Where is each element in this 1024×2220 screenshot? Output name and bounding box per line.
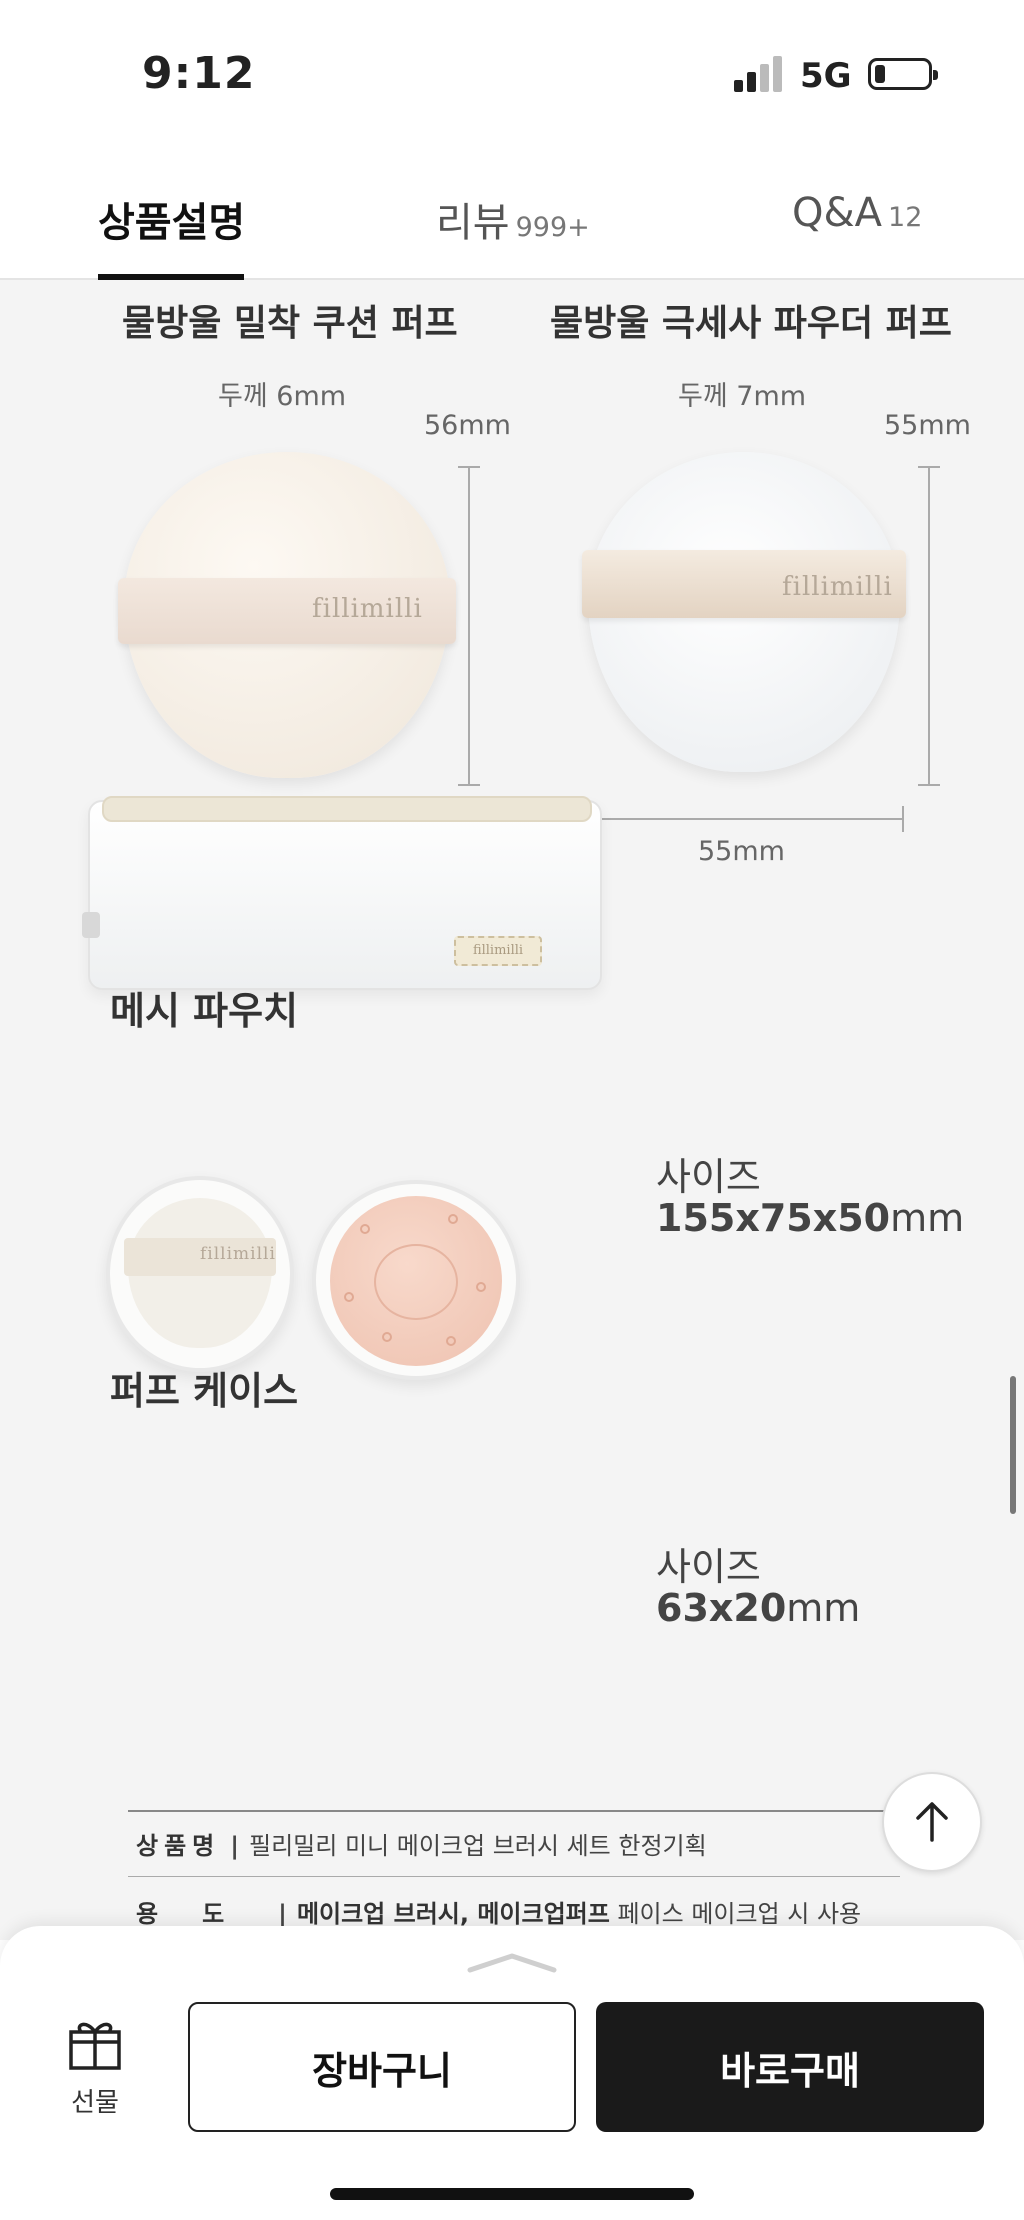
tab-count: 12 bbox=[888, 202, 923, 233]
status-bar: 9:12 5G bbox=[0, 0, 1024, 150]
width-dimension-line bbox=[582, 818, 904, 820]
status-time: 9:12 bbox=[142, 48, 256, 99]
puff-brand-logo: fillimilli bbox=[312, 594, 423, 624]
spec-value-bold: 메이크업 브러시, 메이크업퍼프 bbox=[296, 1900, 610, 1928]
puff-2-title: 물방울 극세사 파우더 퍼프 bbox=[550, 303, 952, 344]
height-dimension-line bbox=[928, 466, 930, 786]
puff-1-title: 물방울 밀착 쿠션 퍼프 bbox=[122, 303, 458, 344]
tab-label: 리뷰 bbox=[436, 200, 510, 246]
purchase-bar: 선물 장바구니 바로구매 bbox=[0, 1926, 1024, 2220]
add-to-cart-button[interactable]: 장바구니 bbox=[188, 2002, 576, 2132]
puff-case-open-image: fillimilli bbox=[106, 1176, 294, 1372]
spec-key: 용도 bbox=[136, 1900, 269, 1928]
buy-now-button[interactable]: 바로구매 bbox=[596, 2002, 984, 2132]
height-dimension-line bbox=[468, 466, 470, 786]
puff-1-height: 56mm bbox=[424, 410, 511, 441]
pouch-brand-tag: fillimilli bbox=[454, 936, 542, 966]
case-size-unit: mm bbox=[786, 1586, 861, 1630]
case-brand-logo: fillimilli bbox=[200, 1244, 276, 1264]
spec-row-usage: 용도 | 메이크업 브러시, 메이크업퍼프 페이스 메이크업 시 사용 bbox=[136, 1900, 862, 1928]
spec-value: 페이스 메이크업 시 사용 bbox=[617, 1900, 862, 1928]
tab-label: 상품설명 bbox=[98, 200, 246, 246]
home-indicator bbox=[330, 2188, 694, 2200]
spec-divider bbox=[128, 1810, 900, 1812]
scrollbar[interactable] bbox=[1010, 1376, 1016, 1514]
tab-reviews[interactable]: 리뷰 999+ bbox=[436, 190, 590, 248]
arrow-up-icon bbox=[916, 1802, 948, 1842]
pouch-size-unit: mm bbox=[890, 1196, 965, 1240]
puff-2-height: 55mm bbox=[884, 410, 971, 441]
puff-1-thickness: 두께 6mm bbox=[218, 381, 347, 412]
cushion-puff-image: fillimilli bbox=[118, 452, 456, 778]
case-size-value: 63x20mm bbox=[656, 1586, 860, 1630]
network-type: 5G bbox=[800, 56, 852, 96]
signal-icon bbox=[734, 56, 786, 92]
gift-button[interactable]: 선물 bbox=[60, 2016, 130, 2119]
tab-count: 999+ bbox=[515, 212, 590, 243]
pouch-size-value: 155x75x50mm bbox=[656, 1196, 964, 1240]
puff-case-base-image bbox=[312, 1180, 520, 1380]
spec-key: 상품명 bbox=[136, 1832, 221, 1860]
tab-bar: 상품설명 리뷰 999+ Q&A 12 bbox=[0, 150, 1024, 280]
mesh-pouch-image: fillimilli bbox=[82, 796, 602, 990]
powder-puff-image: fillimilli bbox=[582, 452, 906, 772]
tab-qna[interactable]: Q&A 12 bbox=[792, 190, 922, 236]
case-size-number: 63x20 bbox=[656, 1586, 787, 1630]
tab-label: Q&A bbox=[792, 190, 883, 236]
puff-2-thickness: 두께 7mm bbox=[678, 381, 807, 412]
case-size-label: 사이즈 bbox=[656, 1545, 761, 1589]
spec-value: 필리밀리 미니 메이크업 브러시 세트 한정기획 bbox=[249, 1832, 707, 1860]
spec-row-name: 상품명 | 필리밀리 미니 메이크업 브러시 세트 한정기획 bbox=[136, 1832, 707, 1860]
tab-description[interactable]: 상품설명 bbox=[98, 190, 245, 248]
pouch-size-number: 155x75x50 bbox=[656, 1196, 891, 1240]
gift-label: 선물 bbox=[71, 2088, 119, 2118]
puff-brand-logo: fillimilli bbox=[782, 572, 893, 602]
pouch-size-label: 사이즈 bbox=[656, 1155, 761, 1199]
puff-2-width: 55mm bbox=[698, 836, 785, 867]
spec-divider bbox=[128, 1876, 900, 1877]
battery-icon bbox=[868, 58, 938, 90]
chevron-up-icon[interactable] bbox=[466, 1950, 558, 1974]
gift-icon bbox=[69, 2022, 121, 2070]
product-detail-content: 물방울 밀착 쿠션 퍼프 두께 6mm 56mm fillimilli 55mm… bbox=[0, 280, 1024, 1940]
scroll-to-top-button[interactable] bbox=[882, 1772, 982, 1872]
